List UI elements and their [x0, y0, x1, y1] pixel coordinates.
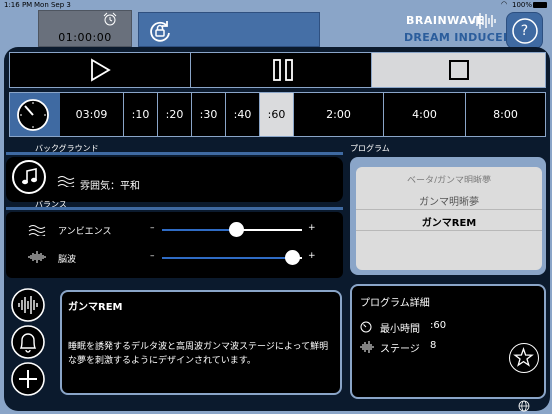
- waveform-icon: [28, 251, 46, 263]
- duration-option[interactable]: :10: [124, 93, 158, 136]
- help-button[interactable]: ?: [506, 12, 543, 49]
- brainwave-slider-fill: [162, 257, 293, 259]
- brainwave-slider-knob[interactable]: [284, 250, 300, 265]
- waveform-icon: [473, 13, 496, 29]
- min-time-label: 最小時間: [380, 324, 420, 335]
- duration-option[interactable]: :30: [192, 93, 226, 136]
- brand-subtitle: DREAM INDUCER: [404, 31, 512, 44]
- wifi-icon: ◠: [501, 0, 508, 8]
- duration-option[interactable]: 03:09: [60, 93, 124, 136]
- play-button[interactable]: [10, 53, 191, 87]
- status-time: 1:16 PM: [4, 1, 33, 9]
- help-label: ?: [520, 23, 529, 39]
- ambience-plus: +: [308, 223, 316, 233]
- balance-header-line: [6, 207, 343, 210]
- ambience-slider-fill: [162, 229, 237, 231]
- waveform-button[interactable]: [8, 287, 48, 323]
- stages-value: 8: [430, 340, 437, 351]
- program-details-panel: プログラム詳細 最小時間 :60 ステージ 8: [350, 284, 546, 399]
- ambience-slider-knob[interactable]: [228, 222, 244, 237]
- battery-icon: [533, 2, 547, 8]
- pause-icon: [273, 59, 293, 81]
- brainwave-plus: +: [308, 251, 316, 261]
- duration-bar: 03:09:10:20:30:40:60 2:00 4:00 8:00: [9, 92, 546, 137]
- duration-option[interactable]: 4:00: [384, 93, 466, 136]
- program-picker[interactable]: ベータ/ガンマ明晰夢 ガンマ明晰夢 ガンマREM: [356, 167, 542, 270]
- favorite-button[interactable]: [509, 343, 539, 373]
- background-value: 雰囲気：平和: [80, 181, 140, 192]
- alarm-clock-icon: [103, 12, 117, 26]
- status-date: Mon Sep 3: [34, 1, 71, 9]
- stopwatch-icon: [360, 321, 372, 333]
- waveform-icon: [360, 341, 374, 353]
- stop-icon: [449, 60, 469, 80]
- picker-divider: [356, 209, 542, 210]
- program-description-panel: ガンマREM 睡眠を誘発するデルタ波と高周波ガンマ波ステージによって鮮明な夢を刺…: [60, 290, 342, 395]
- pause-button[interactable]: [191, 53, 372, 87]
- brainwave-slider[interactable]: [162, 257, 302, 259]
- stopwatch-icon: [17, 99, 49, 131]
- stop-button[interactable]: [372, 53, 545, 87]
- stopwatch-button[interactable]: [10, 93, 60, 136]
- timer-value: 01:00:00: [58, 31, 112, 44]
- duration-option-selected[interactable]: :60: [260, 93, 294, 136]
- lock-rotation-button[interactable]: [138, 12, 320, 47]
- bell-icon: [11, 325, 45, 359]
- waveform-icon: [11, 288, 45, 322]
- transport-bar: [9, 52, 546, 88]
- duration-option[interactable]: 8:00: [466, 93, 545, 136]
- program-item[interactable]: ガンマ明晰夢: [356, 193, 542, 208]
- status-battery: 100%: [512, 1, 533, 9]
- brainwave-minus: –: [150, 251, 155, 261]
- program-item-selected[interactable]: ガンマREM: [356, 214, 542, 229]
- waves-icon: [28, 225, 46, 236]
- brainwave-label: 脳波: [58, 255, 77, 265]
- add-button[interactable]: [8, 361, 48, 397]
- waves-icon: [57, 176, 75, 187]
- duration-option[interactable]: :40: [226, 93, 260, 136]
- description-title: ガンマREM: [68, 302, 123, 313]
- description-body: 睡眠を誘発するデルタ波と高周波ガンマ波ステージによって鮮明な夢を刺激するようにデ…: [68, 342, 329, 366]
- control-column: [8, 287, 48, 399]
- stages-label: ステージ: [380, 344, 420, 355]
- music-button[interactable]: [12, 160, 46, 194]
- ambience-minus: –: [150, 223, 155, 233]
- balance-panel: [6, 212, 343, 278]
- details-title: プログラム詳細: [360, 298, 430, 309]
- duration-option[interactable]: :20: [158, 93, 192, 136]
- program-header: プログラム: [350, 144, 390, 153]
- min-time-value: :60: [430, 320, 447, 331]
- star-icon: [513, 347, 534, 367]
- picker-divider: [356, 230, 542, 231]
- ambience-label: アンビエンス: [58, 227, 112, 237]
- alarm-button[interactable]: [8, 324, 48, 360]
- lock-rotation-icon: [150, 21, 170, 42]
- plus-icon: [11, 362, 45, 396]
- globe-icon[interactable]: [518, 400, 530, 412]
- play-icon: [91, 58, 111, 82]
- timer-display[interactable]: 01:00:00: [38, 10, 132, 47]
- program-item[interactable]: ベータ/ガンマ明晰夢: [356, 173, 542, 183]
- duration-option[interactable]: 2:00: [294, 93, 384, 136]
- background-header-line: [6, 152, 343, 155]
- music-note-icon: [22, 168, 37, 185]
